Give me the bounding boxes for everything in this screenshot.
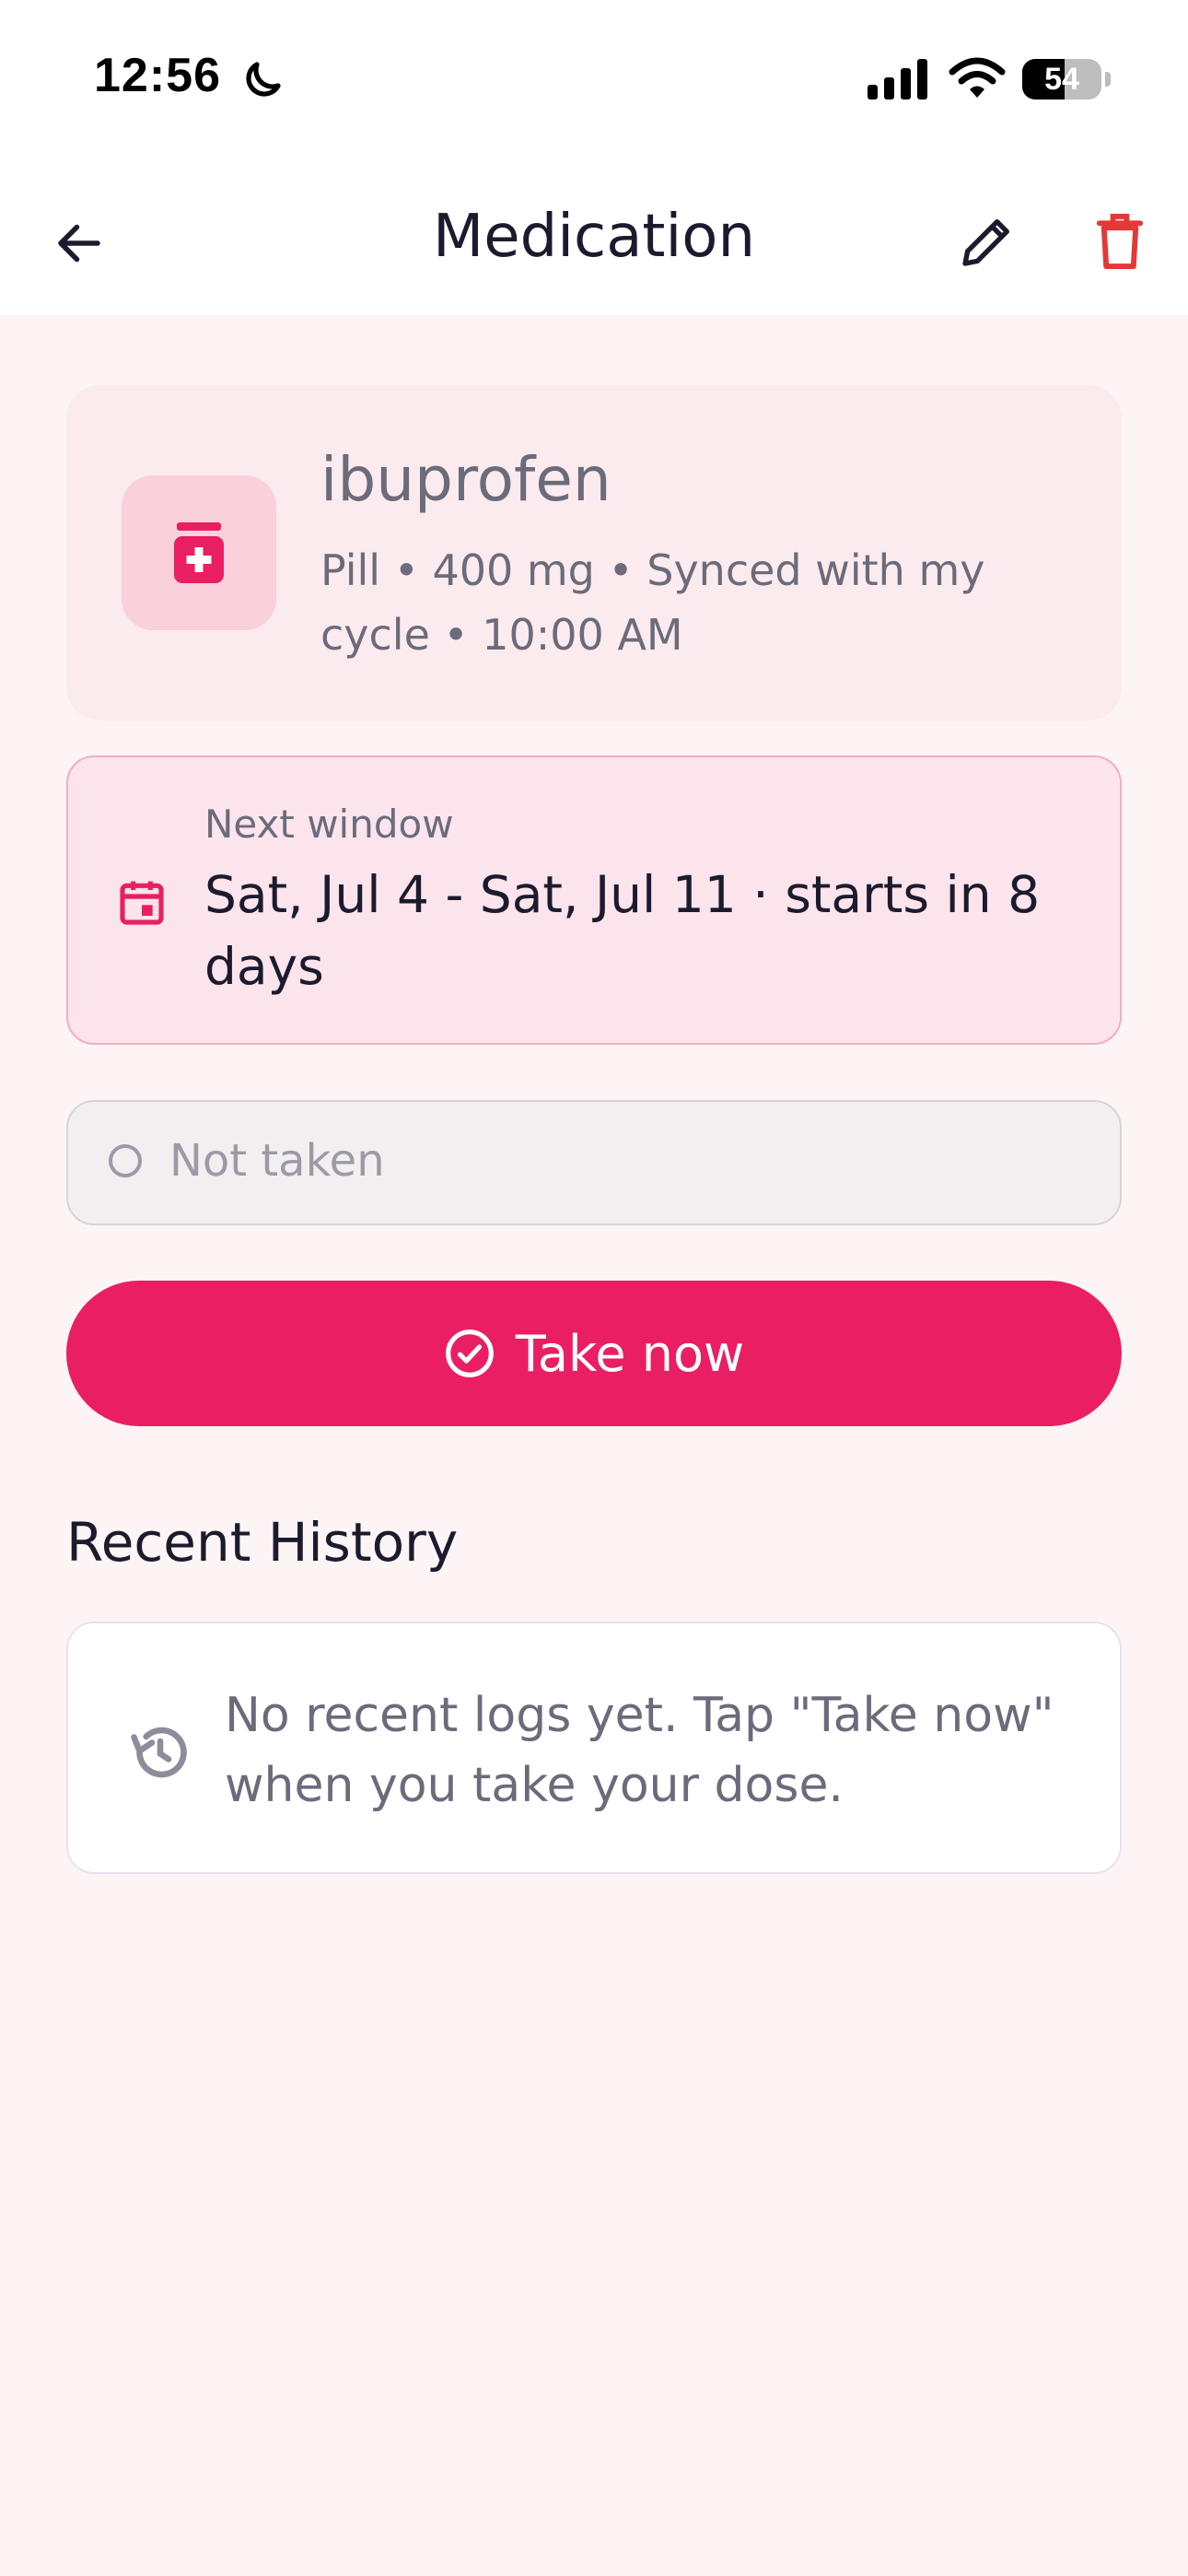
history-icon bbox=[131, 1727, 187, 1778]
edit-button[interactable] bbox=[954, 208, 1020, 275]
history-empty-card: No recent logs yet. Tap "Take now" when … bbox=[66, 1622, 1122, 1874]
calendar-icon bbox=[120, 881, 164, 925]
next-window-dates: Sat, Jul 4 - Sat, Jul 11 · starts in 8 d… bbox=[204, 865, 1041, 996]
wifi-icon bbox=[949, 57, 1006, 98]
next-window-label: Next window bbox=[204, 802, 454, 847]
medication-icon-box bbox=[122, 475, 276, 630]
take-now-label: Take now bbox=[515, 1324, 745, 1383]
dose-status: Not taken bbox=[66, 1100, 1122, 1225]
status-text: Not taken bbox=[169, 1135, 385, 1187]
battery-percent: 54 bbox=[1044, 62, 1079, 97]
cellular-signal-icon bbox=[868, 59, 927, 100]
status-time: 12:56 bbox=[94, 49, 221, 102]
moon-icon bbox=[246, 62, 281, 97]
pencil-icon bbox=[962, 219, 1009, 266]
medication-name: ibuprofen bbox=[320, 444, 611, 515]
history-empty-text: No recent logs yet. Tap "Take now" when … bbox=[225, 1688, 1054, 1813]
history-heading: Recent History bbox=[66, 1511, 459, 1574]
status-circle-icon bbox=[109, 1144, 142, 1177]
battery-icon: 54 bbox=[1022, 59, 1111, 100]
pill-bottle-icon bbox=[174, 522, 224, 583]
trash-icon bbox=[1096, 213, 1144, 270]
medication-details: Pill • 400 mg • Synced with my cycle • 1… bbox=[320, 545, 985, 660]
medication-card: ibuprofen Pill • 400 mg • Synced with my… bbox=[66, 385, 1122, 720]
check-circle-icon bbox=[445, 1329, 494, 1377]
take-now-button[interactable]: Take now bbox=[66, 1281, 1122, 1426]
next-window-card: Next window Sat, Jul 4 - Sat, Jul 11 · s… bbox=[66, 755, 1122, 1045]
delete-button[interactable] bbox=[1087, 208, 1153, 275]
